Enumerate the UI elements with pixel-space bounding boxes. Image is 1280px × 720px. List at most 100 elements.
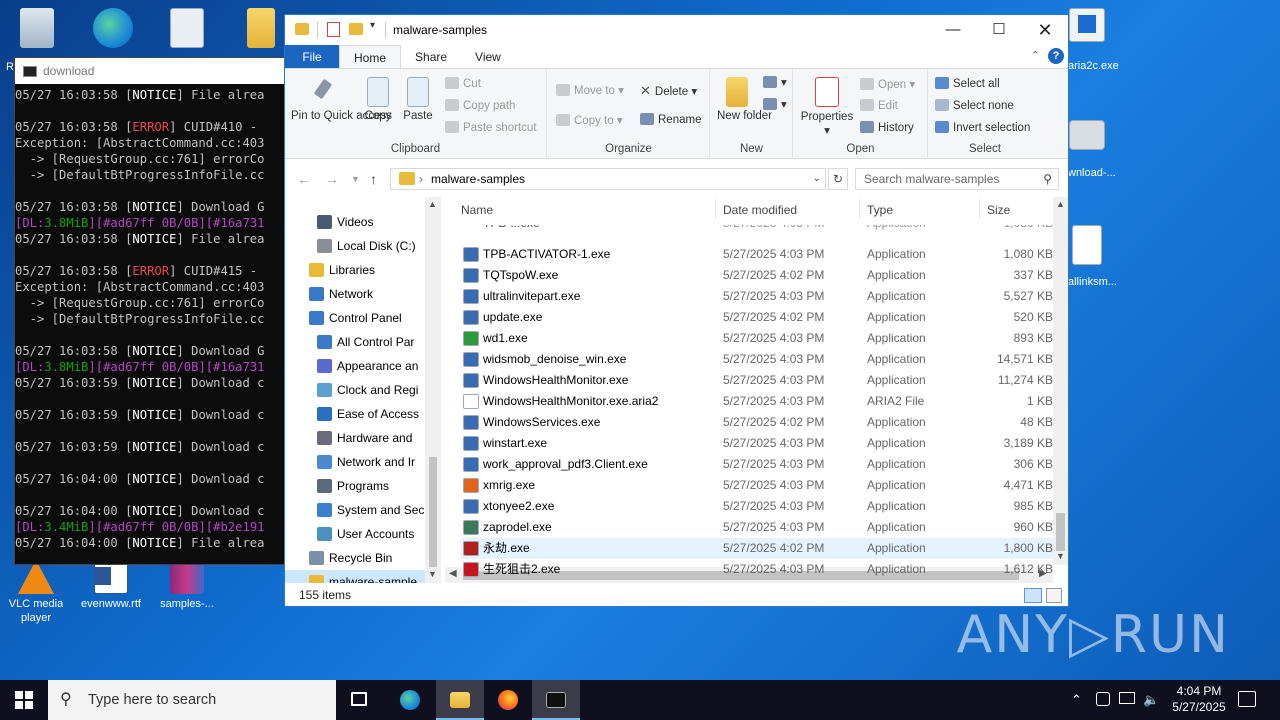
- delete-button[interactable]: ✕ Delete ▾: [640, 83, 697, 99]
- file-row[interactable]: ultralinvitepart.exe 5/27/2025 4:03 PM App…: [461, 286, 1053, 307]
- file-row[interactable]: 生死狙击2.exe 5/27/2025 4:03 PM Application 1,6…: [461, 559, 1053, 580]
- paste-shortcut-button[interactable]: Paste shortcut: [445, 121, 537, 134]
- file-row[interactable]: WindowsHealthMonitor.exe.aria2 5/27/2025 …: [461, 391, 1053, 412]
- file-list-vertical-scrollbar[interactable]: ▲ ▼: [1053, 197, 1068, 565]
- column-header-name[interactable]: Name: [461, 203, 493, 217]
- taskbar-search-input[interactable]: ⚲ Type here to search: [48, 680, 336, 720]
- show-hidden-icons-icon[interactable]: ⌃: [1071, 692, 1082, 708]
- nav-item[interactable]: Programs: [285, 474, 425, 498]
- taskbar-firefox[interactable]: [484, 680, 532, 720]
- desktop-icon-image[interactable]: [152, 8, 222, 51]
- nav-item[interactable]: Appearance an: [285, 354, 425, 378]
- file-explorer-window[interactable]: ▾ malware-samples — ☐ ✕ File Home Share …: [284, 14, 1069, 607]
- scroll-down-icon[interactable]: ▼: [1056, 551, 1065, 561]
- taskbar-console[interactable]: [532, 680, 580, 720]
- scroll-left-icon[interactable]: ◀: [449, 568, 457, 579]
- task-view-button[interactable]: [336, 680, 384, 720]
- open-button[interactable]: Open ▾: [860, 77, 915, 91]
- file-row[interactable]: wd1.exe 5/27/2025 4:03 PM Application 893 K…: [461, 328, 1053, 349]
- file-row[interactable]: 永劫.exe 5/27/2025 4:02 PM Application 1,800 …: [461, 538, 1053, 559]
- file-row[interactable]: zaprodel.exe 5/27/2025 4:03 PM Application…: [461, 517, 1053, 538]
- large-icons-view-icon[interactable]: [1046, 588, 1062, 603]
- forward-arrow-icon[interactable]: →: [325, 171, 339, 187]
- nav-item[interactable]: Videos: [285, 210, 425, 234]
- file-row[interactable]: TPB-ACTIVATOR-1.exe 5/27/2025 4:03 PM Appl…: [461, 244, 1053, 265]
- select-all-button[interactable]: Select all: [935, 77, 1000, 90]
- minimize-button[interactable]: —: [930, 15, 976, 45]
- copy-to-button[interactable]: Copy to ▾: [556, 113, 623, 127]
- scroll-up-icon[interactable]: ▲: [428, 199, 437, 209]
- paste-button[interactable]: Paste: [401, 77, 435, 122]
- file-list-scroll-thumb[interactable]: [1056, 513, 1065, 551]
- start-button[interactable]: [0, 680, 48, 720]
- properties-quick-icon[interactable]: [327, 22, 340, 37]
- file-row[interactable]: WindowsHealthMonitor.exe 5/27/2025 4:03 P…: [461, 370, 1053, 391]
- column-header-size[interactable]: Size: [987, 203, 1010, 217]
- taskbar-edge[interactable]: [386, 680, 434, 720]
- pin-quick-access-button[interactable]: Pin to Quick access: [291, 77, 392, 123]
- nav-item[interactable]: Ease of Access: [285, 402, 425, 426]
- nav-scrollbar[interactable]: ▲ ▼: [425, 197, 441, 583]
- edit-button[interactable]: Edit: [860, 99, 898, 112]
- console-window[interactable]: download 05/27 16:03:58 [NOTICE] File al…: [14, 57, 286, 565]
- column-header-type[interactable]: Type: [867, 203, 893, 217]
- nav-item[interactable]: malware-sample: [285, 570, 425, 583]
- file-row-partial[interactable]: TPB-...exe 5/27/2025 4:03 PM Application…: [461, 225, 1053, 235]
- nav-item[interactable]: Hardware and: [285, 426, 425, 450]
- tab-view[interactable]: View: [461, 45, 515, 68]
- scroll-up-icon[interactable]: ▲: [1056, 199, 1065, 209]
- up-arrow-icon[interactable]: ↑: [370, 171, 377, 187]
- file-row[interactable]: work_approval_pdf3.Client.exe 5/27/2025 4…: [461, 454, 1053, 475]
- nav-item[interactable]: Network and Ir: [285, 450, 425, 474]
- tab-home[interactable]: Home: [339, 45, 402, 68]
- volume-icon[interactable]: 🔈: [1143, 692, 1159, 708]
- desktop-icon-rtf[interactable]: evenwww.rtf: [76, 560, 146, 611]
- maximize-button[interactable]: ☐: [976, 15, 1022, 45]
- new-folder-button[interactable]: New folder: [717, 77, 772, 123]
- collapse-ribbon-icon[interactable]: ⌃: [1031, 49, 1040, 62]
- easy-access-icon[interactable]: ▾: [763, 97, 787, 111]
- tab-share[interactable]: Share: [401, 45, 461, 68]
- nav-item[interactable]: Control Panel: [285, 306, 425, 330]
- history-button[interactable]: History: [860, 121, 914, 134]
- new-item-icon[interactable]: ▾: [763, 75, 787, 89]
- console-titlebar[interactable]: download: [15, 58, 285, 84]
- nav-item[interactable]: Recycle Bin: [285, 546, 425, 570]
- nav-scroll-thumb[interactable]: [429, 457, 437, 567]
- file-row[interactable]: TQTspoW.exe 5/27/2025 4:02 PM Application 3…: [461, 265, 1053, 286]
- taskbar-file-explorer[interactable]: [436, 680, 484, 720]
- navigation-pane[interactable]: ▲ ▼ Videos Local Disk (C:) Libraries Networ…: [285, 197, 441, 583]
- column-header-date[interactable]: Date modified: [723, 203, 797, 217]
- nav-item[interactable]: All Control Par: [285, 330, 425, 354]
- details-view-icon[interactable]: [1024, 588, 1042, 603]
- invert-selection-button[interactable]: Invert selection: [935, 121, 1030, 134]
- help-icon[interactable]: ?: [1048, 48, 1064, 64]
- desktop-icon-edge[interactable]: [78, 8, 148, 51]
- explorer-titlebar[interactable]: ▾ malware-samples — ☐ ✕: [285, 15, 1068, 45]
- back-arrow-icon[interactable]: ←: [297, 171, 311, 187]
- properties-button[interactable]: Properties ▾: [800, 77, 854, 138]
- desktop-icon-recycle-bin[interactable]: Re: [2, 8, 72, 73]
- scroll-down-icon[interactable]: ▼: [428, 569, 437, 579]
- rename-button[interactable]: Rename: [640, 113, 701, 126]
- nav-item[interactable]: System and Sec: [285, 498, 425, 522]
- file-row[interactable]: xmrig.exe 5/27/2025 4:03 PM Application 4,4…: [461, 475, 1053, 496]
- move-to-button[interactable]: Move to ▾: [556, 83, 624, 97]
- copy-button[interactable]: Copy: [361, 77, 395, 122]
- cut-button[interactable]: Cut: [445, 77, 481, 90]
- new-folder-quick-icon[interactable]: [349, 23, 363, 35]
- close-button[interactable]: ✕: [1022, 15, 1068, 45]
- nav-item[interactable]: Network: [285, 282, 425, 306]
- copy-path-button[interactable]: Copy path: [445, 99, 515, 112]
- search-input[interactable]: Search malware-samples ⚲: [855, 168, 1059, 190]
- system-clock[interactable]: 4:04 PM 5/27/2025: [1160, 683, 1238, 715]
- nav-item[interactable]: Libraries: [285, 258, 425, 282]
- address-dropdown-icon[interactable]: ⌄: [813, 169, 821, 189]
- desktop-icon-vlc[interactable]: VLC media player: [1, 560, 71, 625]
- file-row[interactable]: update.exe 5/27/2025 4:02 PM Application 52…: [461, 307, 1053, 328]
- recent-locations-icon[interactable]: ▼: [351, 174, 360, 184]
- tab-file[interactable]: File: [285, 45, 339, 68]
- file-row[interactable]: widsmob_denoise_win.exe 5/27/2025 4:03 PM…: [461, 349, 1053, 370]
- file-row[interactable]: winstart.exe 5/27/2025 4:03 PM Application…: [461, 433, 1053, 454]
- refresh-icon[interactable]: ↻: [828, 168, 848, 190]
